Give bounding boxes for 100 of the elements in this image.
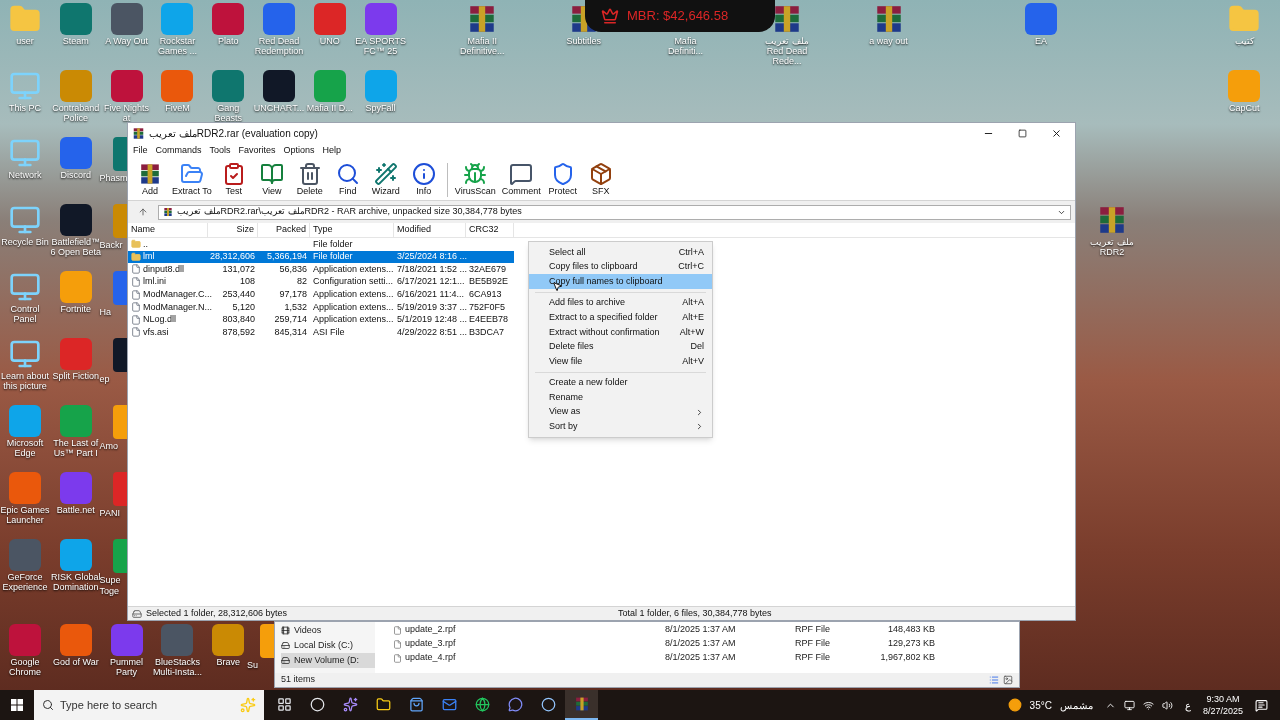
toolbar-button[interactable]: Extract To <box>170 162 214 197</box>
file-row[interactable]: .. File folder <box>128 238 514 251</box>
desktop-icon-label: a way out <box>869 36 908 46</box>
menu-item[interactable]: Rename <box>529 390 712 405</box>
column-header[interactable]: Name <box>128 223 208 237</box>
menu-item[interactable]: Copy full names to clipboard <box>529 274 712 289</box>
file-row[interactable]: ModManager.C... 253,440 97,178 Application extens... 6/16/2021 11:4... 6CA913 <box>128 288 514 301</box>
monitor-icon[interactable] <box>9 271 41 303</box>
bug-icon <box>463 162 488 186</box>
desktop-icon-label: Microsoft Edge <box>5 438 45 458</box>
desktop-icon-label: PANI <box>99 508 121 519</box>
menu-item[interactable]: Extract without confirmation Alt+W <box>529 324 712 340</box>
file-row[interactable]: ModManager.N... 5,120 1,532 Application extens... 5/19/2019 3:37 ... 752F0F5 <box>128 300 514 314</box>
volume-icon[interactable] <box>1161 699 1173 711</box>
desktop-icon-label: Su <box>246 660 259 671</box>
toolbar-button[interactable]: Test <box>215 162 252 197</box>
table-cell: 5,366,194 <box>266 250 307 264</box>
item-count: 51 items <box>281 673 316 687</box>
desktop-icon-label: ملف تعريب RDR2 <box>1089 237 1135 257</box>
nav-item[interactable]: Local Disk (C:) <box>281 638 375 653</box>
table-cell: 259,714 <box>274 313 307 327</box>
table-cell: 28,312,606 <box>209 250 255 264</box>
drive-icon <box>281 641 290 650</box>
app-icon[interactable] <box>110 3 143 35</box>
clock-time[interactable]: 9:30 AM <box>1206 693 1240 705</box>
app-icon[interactable] <box>59 539 92 571</box>
desktop-icon-label: Network <box>8 170 42 180</box>
table-cell-text: 4/29/2022 8:51 ... <box>397 325 468 339</box>
menu-item[interactable]: Extract to a specified folder Alt+E <box>529 310 712 325</box>
search-field[interactable]: Type here to search <box>34 690 264 720</box>
preview-view-icon[interactable] <box>1003 675 1013 685</box>
monitor-icon[interactable] <box>9 204 41 236</box>
toolbar-button[interactable]: Comment <box>499 162 543 197</box>
menu-item[interactable]: View as <box>529 404 712 420</box>
menu-item[interactable]: File <box>132 144 149 158</box>
tray-monitor-icon[interactable] <box>1123 699 1135 711</box>
menu-item[interactable]: Create a new folder <box>529 375 712 391</box>
file-row[interactable]: dinput8.dll 131,072 56,836 Application extens... 7/18/2021 1:52 ... 32AE679 <box>128 263 514 276</box>
path-field[interactable]: ملف تعريبRDR2.rar\ملف تعريبRDR2 - RAR archive, unpacked size 30,384,778 bytes <box>158 204 1071 220</box>
desktop-icon-label: Contraband Police <box>51 103 101 123</box>
sparkle-icon <box>343 696 358 712</box>
menu-item[interactable]: Sort by <box>529 419 712 435</box>
nav-item[interactable]: Videos <box>281 623 375 638</box>
language-indicator[interactable]: ع <box>1184 697 1191 713</box>
monitor-icon[interactable] <box>9 137 41 169</box>
notifications-icon[interactable] <box>1255 698 1268 712</box>
file-icon <box>131 314 141 325</box>
file-row[interactable]: update_3.rpf 8/1/2025 1:37 AM RPF File 129,273 KB <box>393 637 1019 651</box>
column-header[interactable]: CRC32 <box>466 223 514 237</box>
menu-item[interactable]: Help <box>321 144 343 158</box>
table-cell-text: update_4.rpf <box>405 651 457 665</box>
desktop-icon-label: CapCut <box>1228 103 1260 113</box>
toolbar-button[interactable]: SFX <box>582 162 619 197</box>
menu-item[interactable]: Commands <box>154 144 203 158</box>
menu-item[interactable]: Add files to archive Alt+A <box>529 295 712 311</box>
desktop-icon-label: EA SPORTS FC™ 25 <box>354 36 407 56</box>
toolbar-button[interactable]: Info <box>405 162 442 197</box>
menu-item[interactable]: Favorites <box>237 144 277 158</box>
network-icon[interactable] <box>1142 699 1154 711</box>
toolbar-button[interactable]: Wizard <box>367 162 404 197</box>
file-icon <box>131 327 141 338</box>
toolbar-button[interactable]: VirusScan <box>452 162 498 197</box>
file-row[interactable]: NLog.dll 803,840 259,714 Application extens... 5/1/2019 12:48 ... E4EEB78 <box>128 313 514 327</box>
toolbar-button[interactable]: Delete <box>291 162 328 197</box>
maximize-icon <box>1017 128 1027 138</box>
clock-date[interactable]: 8/27/2025 <box>1202 705 1243 717</box>
menu-item[interactable]: View file Alt+V <box>529 354 712 369</box>
folder-icon <box>179 162 204 186</box>
file-row[interactable]: vfs.asi 878,592 845,314 ASI File 4/29/2022 8:51 ... B3DCA7 <box>128 326 514 339</box>
column-header[interactable]: Type <box>310 223 394 237</box>
details-view-icon[interactable] <box>989 675 999 685</box>
file-row[interactable]: update_2.rpf 8/1/2025 1:37 AM RPF File 148,483 KB <box>393 623 1019 637</box>
nav-item[interactable]: New Volume (D: <box>281 653 375 668</box>
desktop-icon-label: كتيب <box>1234 36 1254 46</box>
column-header[interactable]: Modified <box>394 223 466 237</box>
file-row[interactable]: lml.ini 108 82 Configuration setti... 6/17/2021 12:1... BE5B92E <box>128 275 514 289</box>
menu-item[interactable]: Tools <box>208 144 232 158</box>
desktop-icon-label: Battlefield™ 6 Open Beta <box>49 237 102 257</box>
toolbar-button[interactable]: Find <box>329 162 366 197</box>
column-header[interactable]: Size <box>208 223 258 237</box>
menu-item[interactable]: Options <box>282 144 316 158</box>
monitor-icon[interactable] <box>9 338 41 370</box>
file-row[interactable]: lml 28,312,606 5,366,194 File folder 3/25/2024 8:16 ... <box>128 250 514 264</box>
file-row[interactable]: update_4.rpf 8/1/2025 1:37 AM RPF File 1,967,802 KB <box>393 651 1019 665</box>
toolbar-button[interactable]: View <box>253 162 290 197</box>
table-cell-text: vfs.asi <box>143 325 169 339</box>
menu-item[interactable]: Copy files to clipboard Ctrl+C <box>529 259 712 275</box>
menu-item[interactable]: Delete files Del <box>529 339 712 355</box>
app-icon[interactable] <box>263 70 295 102</box>
menu-item[interactable]: Select all Ctrl+A <box>529 245 712 260</box>
weather-condition: مشمس <box>1059 698 1093 713</box>
desktop-icon-label: Rockstar Games ... <box>156 36 198 56</box>
app-icon[interactable] <box>212 624 245 656</box>
column-header[interactable]: Packed <box>258 223 310 237</box>
taskbar-app-button[interactable] <box>565 690 598 720</box>
app-icon[interactable] <box>59 204 92 236</box>
app-icon[interactable] <box>110 70 143 102</box>
toolbar-button[interactable]: Add <box>132 162 168 197</box>
desktop-icon-label: God of War <box>52 657 99 667</box>
toolbar-button[interactable]: Protect <box>544 162 581 197</box>
